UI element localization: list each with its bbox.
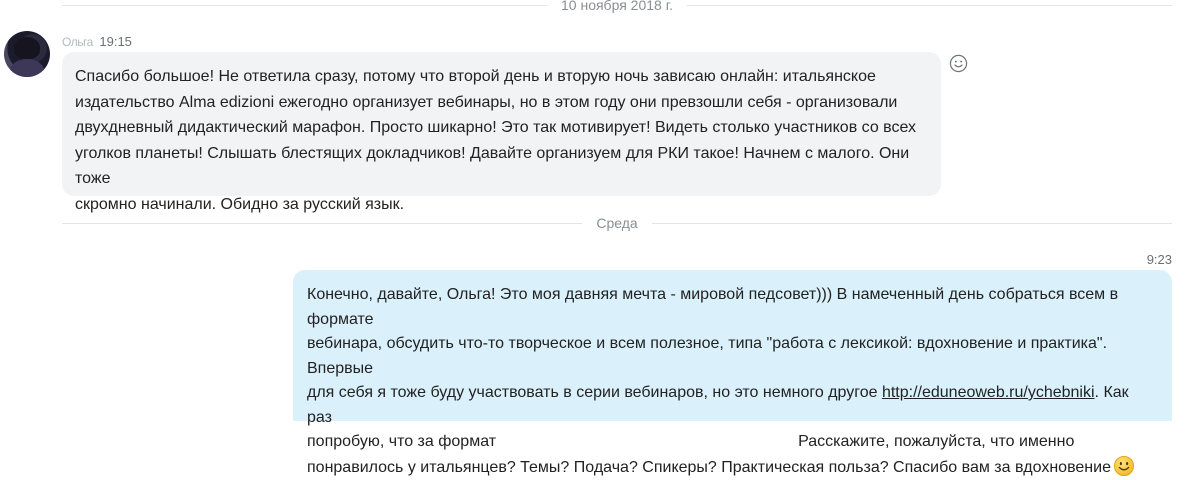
divider-line <box>652 223 1172 224</box>
outgoing-message-line: вебинара, обсудить что-то творческое и в… <box>307 332 1158 381</box>
outgoing-message-time: 9:23 <box>1147 252 1172 267</box>
incoming-message-meta: Ольга 19:15 <box>62 34 132 49</box>
outgoing-text: понравилось у итальянцев? Темы? Подача? … <box>307 459 1111 476</box>
date-divider-top: 10 ноября 2018 г. <box>62 0 1172 14</box>
outgoing-message-line: Конечно, давайте, Ольга! Это моя давняя … <box>307 283 1158 332</box>
divider-line <box>687 5 1172 6</box>
outgoing-message-line: для себя я тоже буду участвовать в серии… <box>307 381 1158 430</box>
incoming-message-line: издательство Alma edizioni ежегодно орга… <box>75 90 927 116</box>
sender-avatar[interactable] <box>4 31 50 77</box>
day-divider-label: Среда <box>582 215 651 231</box>
outgoing-message-line: понравилось у итальянцев? Темы? Подача? … <box>307 455 1158 480</box>
date-divider-label: 10 ноября 2018 г. <box>547 0 687 13</box>
outgoing-message-bubble[interactable]: Конечно, давайте, Ольга! Это моя давняя … <box>293 270 1172 421</box>
outgoing-text: Расскажите, пожалуйста, что именно <box>798 433 1074 450</box>
incoming-message-line: Спасибо большое! Не ответила сразу, пото… <box>75 64 927 90</box>
outgoing-text: для себя я тоже буду участвовать в серии… <box>307 384 882 401</box>
outgoing-text: попробую, что за формат <box>307 433 496 450</box>
divider-line <box>62 223 582 224</box>
incoming-message-time: 19:15 <box>99 34 132 49</box>
incoming-message-line: уголков планеты! Слышать блестящих докла… <box>75 141 927 192</box>
smiley-emoji-icon <box>1113 455 1135 477</box>
incoming-message-line: двухдневный дидактический марафон. Прост… <box>75 115 927 141</box>
outgoing-message-line: попробую, что за формат Расскажите, пожал… <box>307 430 1158 455</box>
incoming-message-bubble[interactable]: Спасибо большое! Не ответила сразу, пото… <box>62 52 941 196</box>
message-link[interactable]: http://eduneoweb.ru/ychebniki <box>882 384 1095 401</box>
divider-line <box>62 5 547 6</box>
smiley-reaction-icon[interactable] <box>949 54 968 73</box>
sender-name[interactable]: Ольга <box>62 35 93 49</box>
day-divider-wednesday: Среда <box>62 214 1172 232</box>
